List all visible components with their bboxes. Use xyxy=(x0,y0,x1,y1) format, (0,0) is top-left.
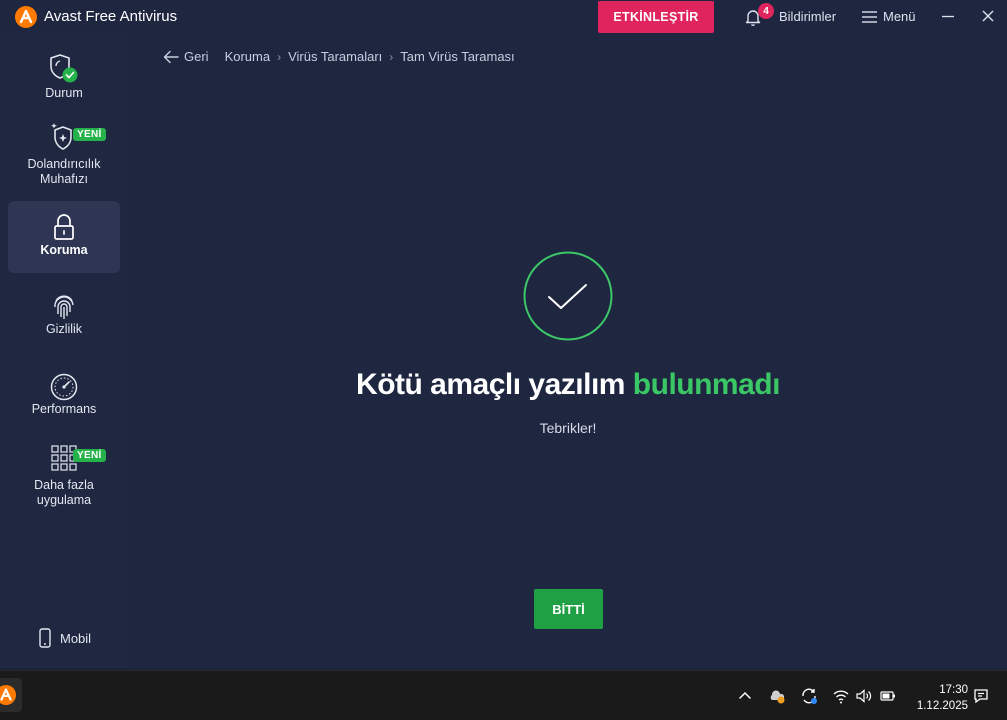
sidebar-item-privacy[interactable]: Gizlilik xyxy=(8,292,120,344)
arrow-left-icon xyxy=(163,50,179,63)
sidebar-item-label-line2: uygulama xyxy=(36,493,92,507)
taskbar: 17:30 1.12.2025 xyxy=(0,670,1007,720)
activate-button[interactable]: ETKİNLEŞTİR xyxy=(598,1,714,33)
sidebar-item-label: Performans xyxy=(31,402,97,416)
menu-button[interactable]: Menü xyxy=(883,9,916,24)
sidebar-item-status[interactable]: Durum xyxy=(8,52,120,104)
chevron-up-icon[interactable] xyxy=(736,687,754,705)
clock-date: 1.12.2025 xyxy=(916,700,968,712)
lock-icon xyxy=(54,214,74,240)
sidebar-item-mobile[interactable]: Mobil xyxy=(38,628,91,648)
speedometer-icon xyxy=(50,373,78,401)
sidebar-item-label: Dolandırıcılık xyxy=(27,157,101,171)
breadcrumb-item-virus-scans[interactable]: Virüs Taramaları xyxy=(288,49,382,64)
sidebar-item-label: Gizlilik xyxy=(45,322,83,336)
avast-logo-icon xyxy=(15,6,37,28)
breadcrumb-item-protection[interactable]: Koruma xyxy=(225,49,271,64)
sync-icon[interactable] xyxy=(800,687,818,705)
title-bar: Avast Free Antivirus ETKİNLEŞTİR 4 Bildi… xyxy=(0,0,1007,34)
taskbar-avast-app[interactable] xyxy=(0,678,22,712)
new-badge: YENİ xyxy=(73,449,106,462)
notification-count-badge: 4 xyxy=(758,3,774,19)
hamburger-menu-icon[interactable] xyxy=(862,10,877,24)
success-check-icon xyxy=(523,251,613,341)
sidebar-item-protection[interactable]: Koruma xyxy=(8,201,120,273)
sidebar-item-more-apps[interactable]: YENİ Daha fazla uygulama xyxy=(8,444,120,512)
avast-logo-icon xyxy=(0,685,16,705)
volume-icon[interactable] xyxy=(855,687,873,705)
wifi-icon[interactable] xyxy=(832,687,850,705)
breadcrumb-item-full-scan: Tam Virüs Taraması xyxy=(400,49,515,64)
onedrive-cloud-icon[interactable] xyxy=(768,687,786,705)
system-clock[interactable]: 17:30 1.12.2025 xyxy=(910,682,968,714)
headline-text: Kötü amaçlı yazılım xyxy=(356,368,633,401)
chevron-right-icon: › xyxy=(277,49,282,64)
sidebar: Durum YENİ Dolandırıcılık Muhafızı Korum… xyxy=(0,34,128,668)
mobile-label: Mobil xyxy=(60,630,92,646)
shield-check-icon xyxy=(50,54,78,83)
headline-highlight: bulunmadı xyxy=(632,368,781,401)
chevron-right-icon: › xyxy=(389,49,394,64)
sidebar-item-performance[interactable]: Performans xyxy=(8,372,120,424)
notification-center-icon[interactable] xyxy=(972,687,990,705)
battery-icon[interactable] xyxy=(879,687,897,705)
sidebar-item-label: Koruma xyxy=(40,243,88,257)
phone-icon xyxy=(39,628,51,648)
sidebar-item-label-line2: Muhafızı xyxy=(40,172,88,186)
close-icon[interactable] xyxy=(980,8,996,24)
done-button[interactable]: BİTTİ xyxy=(534,589,603,629)
notifications-button[interactable]: Bildirimler xyxy=(779,9,836,24)
result-headline: Kötü amaçlı yazılım bulunmadı xyxy=(300,368,836,402)
sidebar-item-label: Durum xyxy=(45,86,83,100)
new-badge: YENİ xyxy=(73,128,106,141)
back-button[interactable]: Geri xyxy=(163,49,209,64)
clock-time: 17:30 xyxy=(939,684,968,696)
sidebar-item-fraud-guard[interactable]: YENİ Dolandırıcılık Muhafızı xyxy=(8,122,120,192)
result-subtext: Tebrikler! xyxy=(539,420,597,436)
sidebar-item-label: Daha fazla xyxy=(34,478,94,492)
back-label: Geri xyxy=(184,49,209,64)
app-window: Avast Free Antivirus ETKİNLEŞTİR 4 Bildi… xyxy=(0,0,1007,668)
app-title: Avast Free Antivirus xyxy=(44,8,178,25)
breadcrumb: Geri Koruma › Virüs Taramaları › Tam Vir… xyxy=(163,49,515,64)
minimize-icon[interactable] xyxy=(940,8,956,24)
fingerprint-icon xyxy=(54,295,74,319)
